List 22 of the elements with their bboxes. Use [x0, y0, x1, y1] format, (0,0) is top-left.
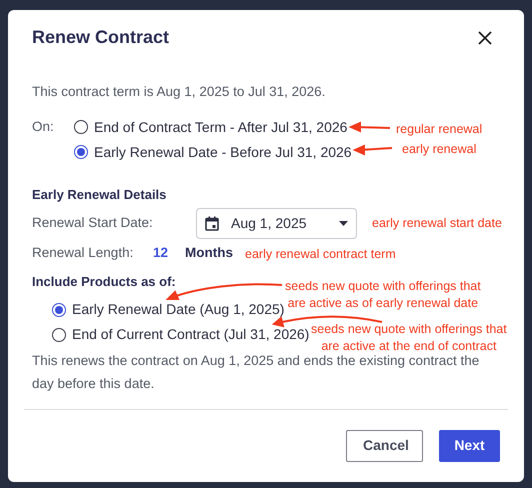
annotation-text: early renewal — [402, 141, 476, 158]
annotation-text: early renewal contract term — [245, 246, 396, 263]
annotation-text: seeds new quote with offerings that are active as of early renewal date — [285, 278, 481, 312]
option-label: End of Contract Term - After Jul 31, 2026 — [94, 118, 348, 137]
option-label: End of Current Contract (Jul 31, 2026) — [72, 325, 310, 344]
option-label: Early Renewal Date (Aug 1, 2025) — [72, 300, 284, 319]
annotation-text: regular renewal — [396, 121, 482, 138]
length-unit: Months — [185, 244, 233, 262]
section-heading: Early Renewal Details — [32, 186, 166, 204]
field-label: Renewal Start Date: — [32, 214, 154, 232]
on-label: On: — [32, 118, 55, 136]
cancel-button[interactable]: Cancel — [346, 430, 423, 462]
length-value: 12 — [153, 244, 170, 262]
section-heading: Include Products as of: — [32, 273, 176, 291]
contract-term-text: This contract term is Aug 1, 2025 to Jul 31, 2026. — [32, 83, 326, 101]
annotation-text: early renewal start date — [372, 215, 502, 232]
field-label: Renewal Length: — [32, 244, 134, 262]
date-value: Aug 1, 2025 — [231, 214, 308, 233]
option-label: Early Renewal Date - Before Jul 31, 2026 — [94, 142, 352, 162]
date-dropdown[interactable]: Aug 1, 2025 — [196, 208, 357, 239]
dialog-title: Renew Contract — [32, 26, 170, 49]
next-button[interactable]: Next — [439, 430, 500, 462]
